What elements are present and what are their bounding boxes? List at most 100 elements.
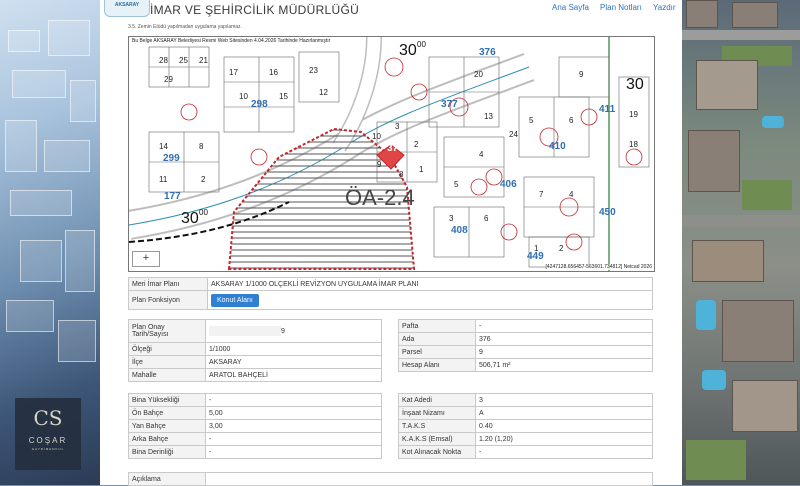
plan-approval-value: 9 [205,319,382,343]
svg-text:1: 1 [534,244,539,253]
page-title: İMAR VE ŞEHİRCİLİK MÜDÜRLÜĞÜ [150,3,360,17]
masked-value [209,326,281,336]
svg-text:5: 5 [454,180,459,189]
svg-text:6: 6 [569,116,574,125]
zoning-map[interactable]: 30 00 30 00 30 ÖA-2.4 376 377 411 410 406 45… [128,36,655,272]
table-row: Parsel 9 [398,345,653,359]
zoning-report-page: AKSARAY İMAR VE ŞEHİRCİLİK MÜDÜRLÜĞÜ Ana… [100,0,682,486]
sheet-label: Pafta [398,319,476,333]
neighborhood-label: Mahalle [128,368,206,382]
table-row: Ada 376 [398,332,653,346]
map-caption: Bu Belge AKSARAY Belediyesi Resmi Web Si… [132,38,331,44]
parcel-label: Parsel [398,345,476,359]
table-row: Ön Bahçe 5,00 [128,406,382,420]
floor-count-label: Kat Adedi [398,393,476,407]
table-row: Pafta - [398,319,653,333]
svg-text:24: 24 [509,130,518,139]
svg-text:14: 14 [159,142,168,151]
svg-text:00: 00 [199,208,208,217]
kaks-label: K.A.K.S (Emsal) [398,432,476,446]
plan-function-button[interactable]: Konut Alanı [211,293,259,307]
table-row: K.A.K.S (Emsal) 1.20 (1,20) [398,432,653,446]
svg-text:376: 376 [479,47,496,58]
neighborhood-value: ARATOL BAHÇELİ [205,368,382,382]
nav-plan-notes-link[interactable]: Plan Notları [600,3,642,12]
svg-text:2: 2 [201,175,206,184]
rear-yard-label: Arka Bahçe [128,432,206,446]
elevation-point-label: Kot Alınacak Nokta [398,445,476,459]
svg-text:299: 299 [163,153,180,164]
map-coordinates: [4247128.656457-563601.734812] Netcad 20… [545,264,652,270]
district-label: İlçe [128,355,206,369]
svg-text:4: 4 [569,190,574,199]
svg-text:408: 408 [451,225,468,236]
table-row: Kot Alınacak Nokta - [398,445,653,459]
kaks-value: 1.20 (1,20) [475,432,653,446]
header: AKSARAY İMAR VE ŞEHİRCİLİK MÜDÜRLÜĞÜ Ana… [100,0,682,32]
svg-text:00: 00 [417,40,426,49]
svg-text:13: 13 [484,112,493,121]
svg-text:8: 8 [199,142,204,151]
parcel-info-table: Pafta - Ada 376 Parsel 9 Hesap Alanı 506… [398,319,653,372]
svg-text:20: 20 [474,70,483,79]
svg-text:2: 2 [559,244,564,253]
svg-text:9: 9 [579,70,584,79]
svg-text:9: 9 [377,160,382,169]
svg-text:16: 16 [269,68,278,77]
svg-text:2: 2 [414,140,419,149]
taks-value: 0.40 [475,419,653,433]
nav-home-link[interactable]: Ana Sayfa [552,3,589,12]
building-depth-label: Bina Derinliği [128,445,206,459]
building-height-label: Bina Yüksekliği [128,393,206,407]
background-aerial-photo [682,0,800,485]
map-road-width-label: 30 [181,210,199,227]
svg-text:3: 3 [449,214,454,223]
svg-text:410: 410 [549,141,566,152]
plan-info-table: Meri İmar Planı AKSARAY 1/1000 OLÇEKLİ R… [128,277,653,310]
rear-yard-value: - [205,432,382,446]
area-label: Hesap Alanı [398,358,476,372]
building-height-value: - [205,393,382,407]
svg-text:10: 10 [239,92,248,101]
svg-text:177: 177 [164,191,181,202]
svg-text:12: 12 [319,88,328,97]
table-row: Plan Fonksiyon Konut Alanı [128,290,653,310]
table-row: Meri İmar Planı AKSARAY 1/1000 OLÇEKLİ R… [128,277,653,291]
svg-text:1: 1 [419,165,424,174]
front-yard-label: Ön Bahçe [128,406,206,420]
svg-text:8: 8 [399,170,404,179]
svg-text:406: 406 [500,179,517,190]
plan-function-cell: Konut Alanı [207,290,653,310]
table-row: Kat Adedi 3 [398,393,653,407]
side-yard-label: Yan Bahçe [128,419,206,433]
scale-value: 1/1000 [205,342,382,356]
svg-text:298: 298 [251,99,268,110]
table-row: Bina Derinliği - [128,445,382,459]
table-row: İlçe AKSARAY [128,355,382,369]
zoning-map-canvas: 30 00 30 00 30 ÖA-2.4 376377 411 41040645… [129,37,650,271]
svg-text:30: 30 [626,76,644,93]
svg-text:19: 19 [629,110,638,119]
side-yard-value: 3,00 [205,419,382,433]
svg-text:11: 11 [159,175,168,184]
taks-label: T.A.K.S [398,419,476,433]
construction-table: Kat Adedi 3 İnşaat Nizamı A T.A.K.S 0.40… [398,393,653,459]
svg-text:25: 25 [179,56,188,65]
svg-text:5: 5 [529,116,534,125]
zoom-in-button[interactable]: + [132,251,160,267]
page-subnote: 3.5. Zemin Etüdü yapılmadan uygulama yap… [128,24,242,30]
meri-plan-label: Meri İmar Planı [128,277,208,291]
notes-value [205,472,653,486]
table-row: İnşaat Nizamı A [398,406,653,420]
nav-print-link[interactable]: Yazdır [653,3,676,12]
svg-text:28: 28 [159,56,168,65]
table-row: Ölçeği 1/1000 [128,342,382,356]
district-value: AKSARAY [205,355,382,369]
svg-text:10: 10 [372,132,381,141]
setback-table: Bina Yüksekliği - Ön Bahçe 5,00 Yan Bahç… [128,393,382,459]
area-value: 506,71 m² [475,358,653,372]
real-estate-logo: CS COŞAR GAYRİMENKUL [15,398,81,470]
block-value: 376 [475,332,653,346]
svg-text:29: 29 [164,75,173,84]
svg-text:4: 4 [479,150,484,159]
